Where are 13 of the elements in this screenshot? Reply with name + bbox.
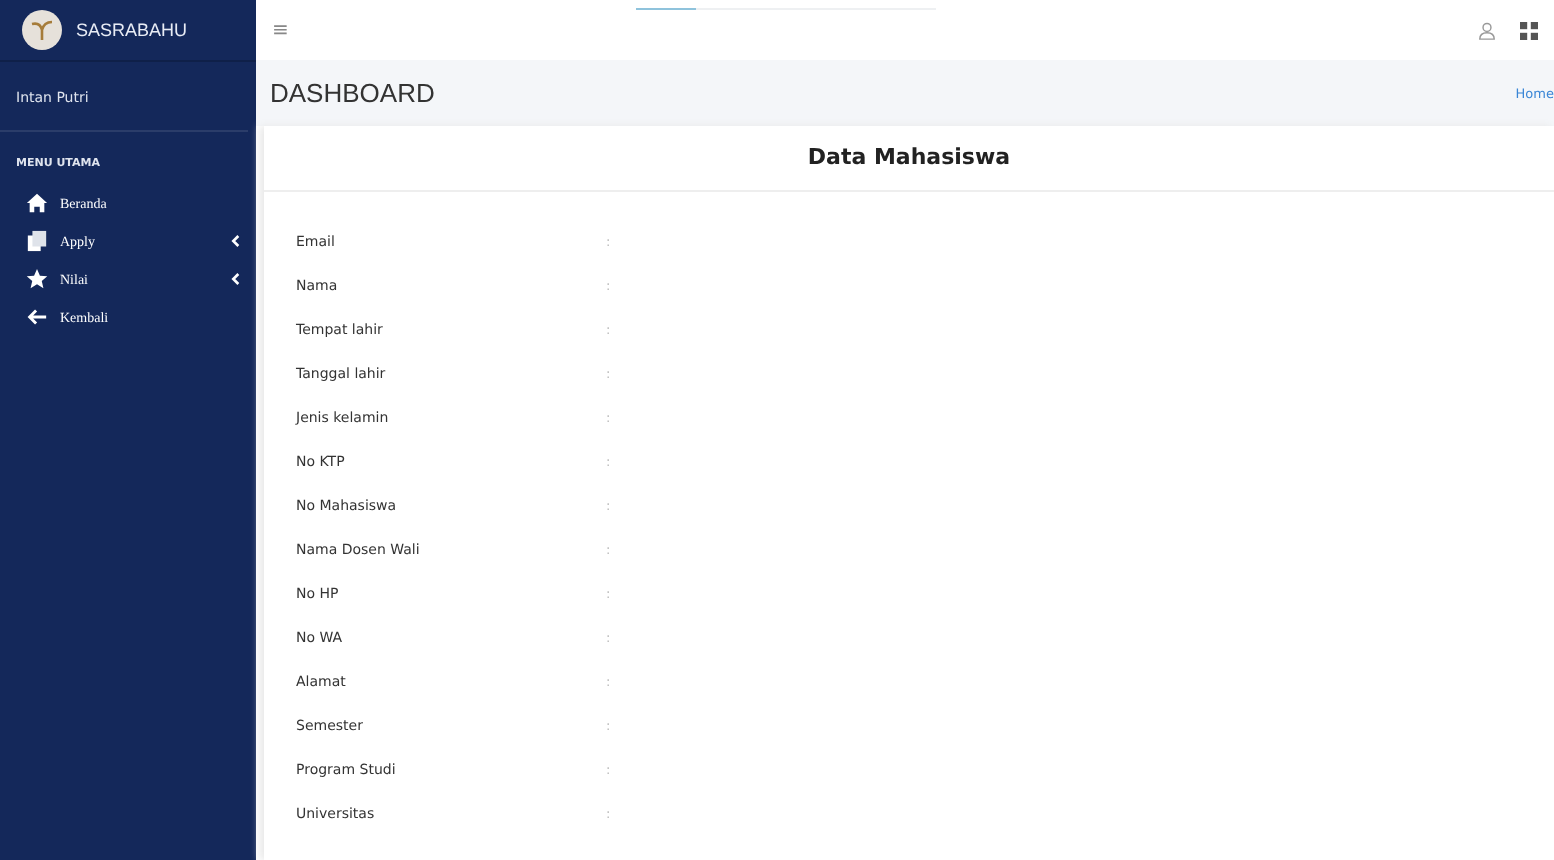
- grid-icon: [1520, 21, 1538, 39]
- logo-icon: [22, 10, 62, 50]
- star-icon: [26, 268, 48, 290]
- chevron-left-icon: [230, 272, 240, 286]
- page-title: DASHBOARD: [270, 78, 435, 108]
- menu-button[interactable]: ≡: [272, 19, 289, 41]
- brand-name: SASRABAHU: [76, 20, 188, 40]
- documents-icon: [26, 230, 48, 252]
- chevron-left-icon: [230, 234, 240, 248]
- arrow-left-icon: [26, 306, 48, 328]
- user-icon: [1478, 21, 1496, 39]
- home-icon: [26, 192, 48, 214]
- card-title: Data Mahasiswa: [264, 126, 1554, 192]
